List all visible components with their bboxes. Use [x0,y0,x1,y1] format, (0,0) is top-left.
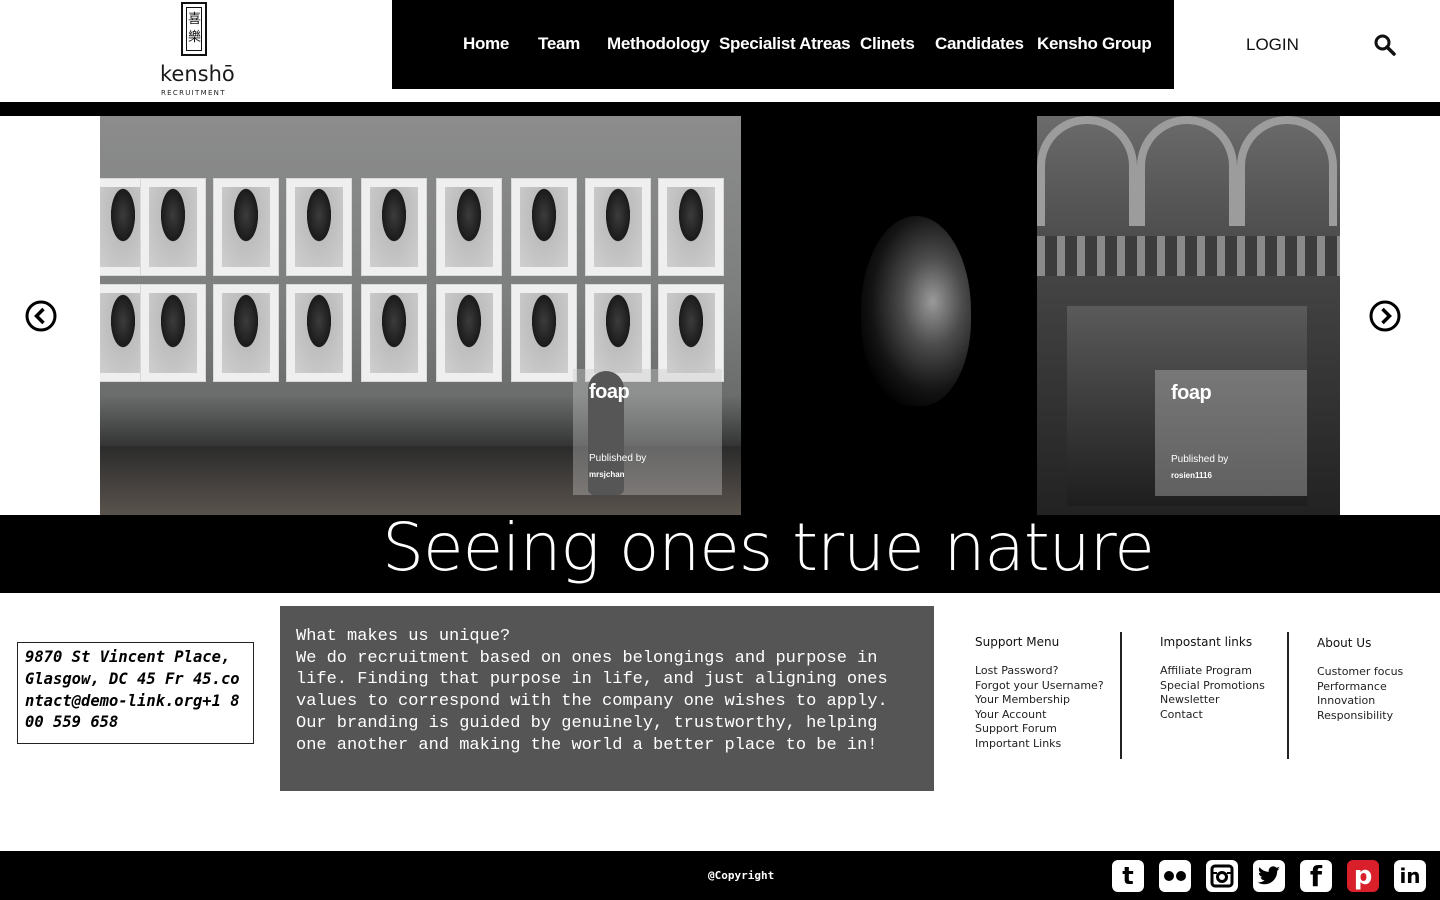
nav-item-specialist-areas[interactable]: Specialist Atreas [719,34,851,54]
photo-author: mrsjchan [589,470,625,479]
link-lost-password[interactable]: Lost Password? [975,664,1104,679]
balcony-railing [1037,236,1340,276]
photo-frame [213,284,279,382]
flickr-icon[interactable] [1159,860,1191,892]
copyright-text: @Copyright [708,869,775,882]
logo-emblem: 喜樂 [181,2,207,56]
link-special-promotions[interactable]: Special Promotions [1160,679,1265,694]
link-support-forum[interactable]: Support Forum [975,722,1104,737]
photo-frame [361,284,427,382]
slider-next-arrow-icon[interactable] [1369,300,1401,332]
link-forgot-username[interactable]: Forgot your Username? [975,679,1104,694]
photo-frame [140,178,206,276]
photo-frame [511,284,577,382]
slide-atrium-photo: foap Published by rosien1116 [1037,116,1340,515]
link-your-account[interactable]: Your Account [975,708,1104,723]
about-body: We do recruitment based on ones belongin… [296,648,888,755]
instagram-icon[interactable] [1206,860,1238,892]
published-by-label: Published by [589,453,647,464]
about-us-list: Customer focus Performance Innovation Re… [1317,665,1403,723]
brand-name: kenshō [160,62,235,86]
pinterest-icon[interactable]: p [1347,860,1379,892]
nav-item-methodology[interactable]: Methodology [607,34,710,54]
search-icon[interactable] [1373,33,1397,57]
photo-frame [585,178,651,276]
nav-item-candidates[interactable]: Candidates [935,34,1024,54]
link-your-membership[interactable]: Your Membership [975,693,1104,708]
support-menu-list: Lost Password? Forgot your Username? You… [975,664,1104,751]
link-important-links[interactable]: Important Links [975,737,1104,752]
photo-author: rosien1116 [1171,471,1212,480]
link-innovation[interactable]: Innovation [1317,694,1403,709]
contact-address: 9870 St Vincent Place, Glasgow, DC 45 Fr… [17,642,254,744]
nav-item-kensho-group[interactable]: Kensho Group [1037,34,1152,54]
brand-subtitle: RECRUITMENT [161,89,226,97]
photo-frame [658,178,724,276]
linkedin-icon[interactable]: in [1394,860,1426,892]
link-newsletter[interactable]: Newsletter [1160,693,1265,708]
photo-frame [213,178,279,276]
arch [1237,116,1337,226]
foap-logo: foap [589,381,630,403]
about-us-title: About Us [1317,636,1372,650]
tumblr-icon[interactable]: t [1112,860,1144,892]
link-performance[interactable]: Performance [1317,680,1403,695]
photo-frame [658,284,724,382]
slide-gallery-photo: foap Published by mrsjchan [100,116,741,515]
link-affiliate-program[interactable]: Affiliate Program [1160,664,1265,679]
slider-prev-arrow-icon[interactable] [25,300,57,332]
column-divider [1287,632,1289,759]
about-unique-box: What makes us unique? We do recruitment … [280,606,934,791]
portrait-face [861,216,971,406]
link-contact[interactable]: Contact [1160,708,1265,723]
photo-frame [361,178,427,276]
link-customer-focus[interactable]: Customer focus [1317,665,1403,680]
main-nav: Home Team Methodology Specialist Atreas … [392,0,1174,89]
about-heading: What makes us unique? [296,627,511,646]
important-links-list: Affiliate Program Special Promotions New… [1160,664,1265,722]
header-divider-bar [0,102,1440,116]
login-link[interactable]: LOGIN [1246,35,1299,55]
photo-frame [436,284,502,382]
facebook-icon[interactable]: f [1300,860,1332,893]
photo-credit-badge: foap Published by mrsjchan [573,369,722,495]
foap-logo: foap [1171,382,1212,404]
photo-frame [511,178,577,276]
photo-frame [286,178,352,276]
nav-item-home[interactable]: Home [463,34,509,54]
site-footer: @Copyright t f p in [0,851,1440,900]
nav-item-clients[interactable]: Clinets [860,34,915,54]
support-menu-title: Support Menu [975,635,1060,649]
brand-logo[interactable]: 喜樂 kenshō RECRUITMENT [158,0,235,100]
twitter-icon[interactable] [1253,860,1285,892]
important-links-title: Impostant links [1160,635,1253,649]
photo-frame [436,178,502,276]
photo-frame [585,284,651,382]
photo-credit-badge: foap Published by rosien1116 [1155,370,1307,496]
published-by-label: Published by [1171,454,1229,465]
nav-item-team[interactable]: Team [538,34,580,54]
column-divider [1120,632,1122,759]
arch [1037,116,1137,226]
tagline-text: Seeing ones true nature [382,509,1155,586]
photo-frame [286,284,352,382]
photo-frame [140,284,206,382]
arch [1137,116,1237,226]
link-responsibility[interactable]: Responsibility [1317,709,1403,724]
slide-portrait-photo [741,116,1037,515]
logo-glyphs: 喜樂 [188,12,202,45]
